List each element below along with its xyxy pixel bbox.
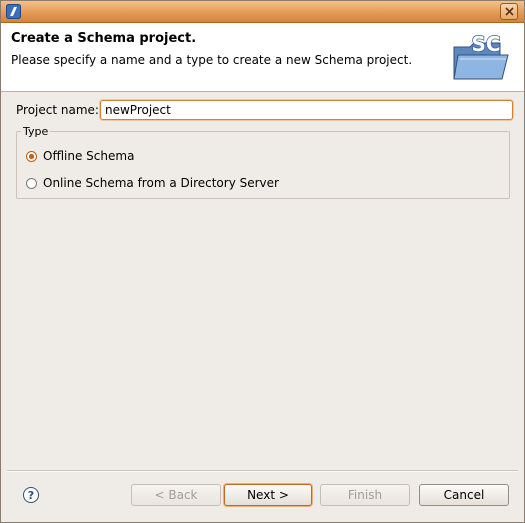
button-separator	[7, 470, 518, 472]
online-schema-label: Online Schema from a Directory Server	[43, 176, 279, 190]
page-description: Please specify a name and a type to crea…	[11, 53, 413, 67]
close-icon	[504, 7, 514, 16]
app-icon	[6, 4, 21, 19]
wizard-banner: Create a Schema project. Please specify …	[1, 23, 524, 92]
offline-schema-label: Offline Schema	[43, 149, 135, 163]
logo-text: SC	[471, 32, 500, 56]
project-name-label: Project name:	[16, 103, 99, 117]
schema-folder-icon: SC	[453, 31, 509, 80]
next-button[interactable]: Next >	[224, 484, 312, 506]
cancel-button[interactable]: Cancel	[419, 484, 509, 506]
type-group-label: Type	[21, 125, 51, 138]
project-name-input[interactable]	[100, 100, 513, 120]
wizard-dialog: Create a Schema project. Please specify …	[0, 0, 525, 523]
page-title: Create a Schema project.	[11, 31, 197, 46]
finish-button[interactable]: Finish	[320, 484, 410, 506]
help-icon[interactable]: ?	[23, 487, 39, 503]
offline-schema-radio[interactable]	[26, 150, 37, 162]
online-schema-option[interactable]: Online Schema from a Directory Server	[26, 176, 279, 190]
offline-schema-option[interactable]: Offline Schema	[26, 149, 134, 163]
online-schema-radio[interactable]	[26, 177, 37, 189]
title-bar[interactable]	[1, 1, 524, 23]
close-button[interactable]	[500, 3, 518, 20]
back-button[interactable]: < Back	[131, 484, 221, 506]
